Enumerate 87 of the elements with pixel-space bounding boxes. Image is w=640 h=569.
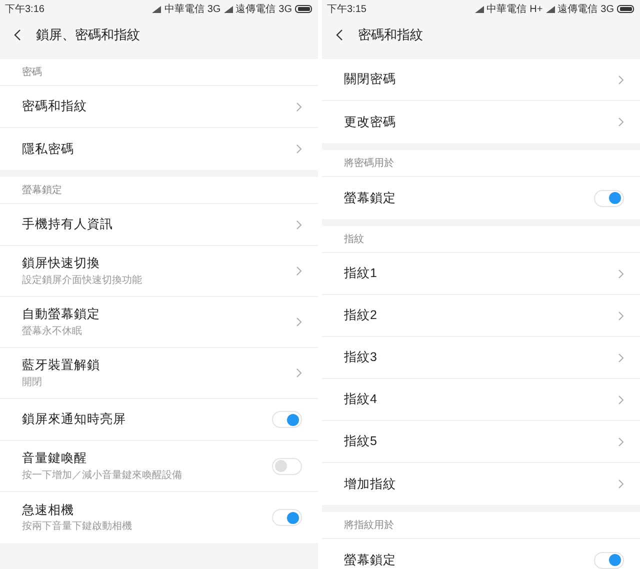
settings-row[interactable]: 指紋1 xyxy=(322,253,640,295)
row-title: 手機持有人資訊 xyxy=(22,216,114,234)
row-subtitle: 按一下增加／減小音量鍵來喚醒設備 xyxy=(22,468,183,483)
row-subtitle: 按兩下音量下鍵啟動相機 xyxy=(22,520,133,534)
section-label: 將指紋用於 xyxy=(344,518,394,532)
row-title: 鎖屏快速切換 xyxy=(22,255,101,272)
section-label: 將密碼用於 xyxy=(344,156,394,170)
settings-row[interactable]: 螢幕鎖定 xyxy=(322,177,640,219)
settings-row[interactable]: 螢幕鎖定 xyxy=(322,539,640,569)
page-title: 密碼和指紋 xyxy=(358,26,423,44)
chevron-right-icon xyxy=(618,436,624,446)
row-subtitle: 開閉 xyxy=(22,376,43,390)
settings-row[interactable]: 鎖屏來通知時亮屏 xyxy=(0,399,318,441)
status-time: 下午3:16 xyxy=(5,2,44,16)
carrier-name: 中華電信 xyxy=(164,2,204,16)
row-title: 音量鍵喚醒 xyxy=(22,450,88,468)
section-label: 指紋 xyxy=(344,232,364,246)
settings-row[interactable]: 指紋2 xyxy=(322,295,640,337)
row-title: 藍牙裝置解鎖 xyxy=(22,357,101,374)
settings-row[interactable]: 急速相機 按兩下音量下鍵啟動相機 xyxy=(0,492,318,543)
status-time: 下午3:15 xyxy=(327,2,366,16)
row-title: 增加指紋 xyxy=(344,476,397,493)
row-title: 關閉密碼 xyxy=(344,71,397,88)
toggle-switch[interactable] xyxy=(594,552,624,568)
page-title: 鎖屏、密碼和指紋 xyxy=(36,26,140,44)
chevron-right-icon xyxy=(618,310,624,320)
battery-icon xyxy=(295,5,313,13)
settings-row[interactable]: 藍牙裝置解鎖 開閉 xyxy=(0,348,318,399)
settings-row[interactable]: 指紋4 xyxy=(322,379,640,421)
row-subtitle: 設定鎖屏介面快速切換功能 xyxy=(22,274,143,288)
chevron-right-icon xyxy=(296,368,302,378)
toggle-switch[interactable] xyxy=(272,509,302,526)
chevron-right-icon xyxy=(296,220,302,230)
chevron-right-icon xyxy=(296,266,302,276)
settings-row[interactable]: 指紋3 xyxy=(322,337,640,379)
carrier-name: 中華電信 xyxy=(486,2,527,16)
settings-row[interactable]: 增加指紋 xyxy=(322,463,640,505)
chevron-right-icon xyxy=(618,352,624,362)
settings-row[interactable]: 關閉密碼 xyxy=(322,59,640,101)
network-type: 3G xyxy=(600,2,614,16)
toggle-switch[interactable] xyxy=(272,411,302,428)
back-button[interactable] xyxy=(12,28,22,42)
row-title: 急速相機 xyxy=(22,502,75,519)
settings-row[interactable]: 鎖屏快速切換 設定鎖屏介面快速切換功能 xyxy=(0,246,318,297)
toggle-switch[interactable] xyxy=(272,458,302,474)
section-label: 螢幕鎖定 xyxy=(22,184,62,198)
network-type: H+ xyxy=(530,2,543,16)
row-title: 更改密碼 xyxy=(344,114,397,131)
chevron-right-icon xyxy=(296,144,302,154)
settings-row[interactable]: 更改密碼 xyxy=(322,101,640,143)
row-title: 隱私密碼 xyxy=(22,140,75,158)
settings-row[interactable]: 手機持有人資訊 xyxy=(0,204,318,246)
battery-icon xyxy=(617,5,635,13)
carrier-name: 遠傳電信 xyxy=(558,2,598,16)
chevron-right-icon xyxy=(618,394,624,404)
row-title: 螢幕鎖定 xyxy=(344,190,397,207)
row-title: 指紋5 xyxy=(344,433,378,450)
chevron-right-icon xyxy=(618,479,624,489)
settings-row[interactable]: 密碼和指紋 xyxy=(0,86,318,128)
network-type: 3G xyxy=(278,2,292,16)
toggle-switch[interactable] xyxy=(594,190,624,206)
settings-row[interactable]: 指紋5 xyxy=(322,421,640,463)
back-button[interactable] xyxy=(334,28,344,42)
chevron-right-icon xyxy=(618,268,624,278)
row-title: 自動螢幕鎖定 xyxy=(22,306,101,324)
chevron-right-icon xyxy=(618,117,624,127)
settings-row[interactable]: 自動螢幕鎖定 螢幕永不休眠 xyxy=(0,297,318,348)
row-subtitle: 螢幕永不休眠 xyxy=(22,324,83,339)
chevron-right-icon xyxy=(618,74,624,84)
signal-icon xyxy=(474,6,484,12)
row-title: 指紋1 xyxy=(344,265,378,282)
network-type: 3G xyxy=(207,2,221,16)
settings-row[interactable]: 音量鍵喚醒 按一下增加／減小音量鍵來喚醒設備 xyxy=(0,441,318,492)
section-label: 密碼 xyxy=(22,66,42,80)
settings-row[interactable]: 隱私密碼 xyxy=(0,128,318,170)
row-title: 螢幕鎖定 xyxy=(344,552,397,569)
signal-icon xyxy=(152,6,162,12)
signal-icon xyxy=(224,6,233,12)
carrier-name: 遠傳電信 xyxy=(236,2,276,16)
signal-icon xyxy=(546,6,555,12)
row-title: 密碼和指紋 xyxy=(22,98,88,116)
row-title: 指紋2 xyxy=(344,307,378,324)
chevron-right-icon xyxy=(296,317,302,327)
chevron-right-icon xyxy=(296,102,302,112)
row-title: 指紋4 xyxy=(344,391,378,408)
row-title: 指紋3 xyxy=(344,349,378,366)
row-title: 鎖屏來通知時亮屏 xyxy=(22,411,127,428)
